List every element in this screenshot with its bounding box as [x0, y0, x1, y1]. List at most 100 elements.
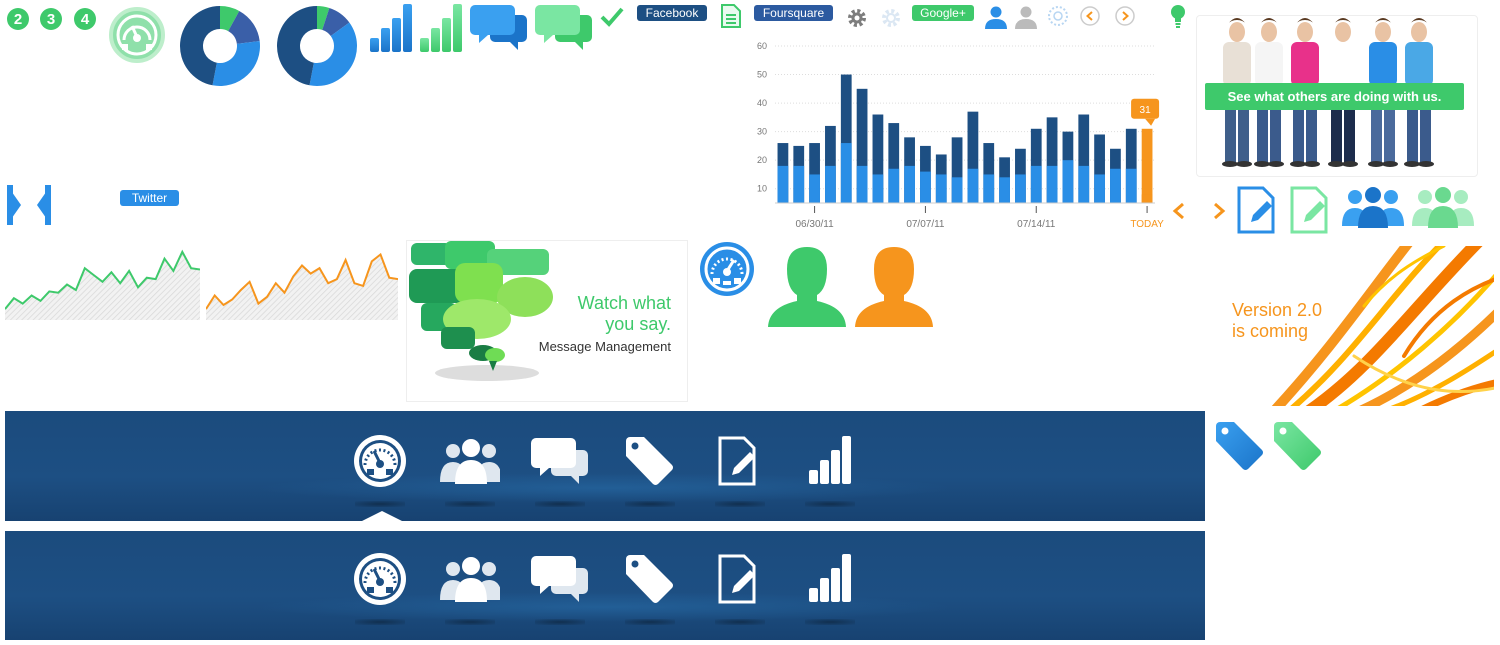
bar-segment [935, 174, 947, 203]
bar-segment [1141, 194, 1153, 203]
person-torso [1369, 42, 1397, 86]
y-tick-label: 40 [757, 98, 767, 108]
step-badge-3[interactable]: 3 [40, 8, 62, 30]
nav-tags[interactable] [620, 431, 680, 491]
bar-chart-blue-icon [370, 4, 412, 52]
gauge-icon [354, 553, 406, 605]
nav-documents[interactable] [710, 549, 770, 609]
bar-segment [1062, 160, 1074, 203]
dashboard-gauge-blue-icon[interactable] [698, 240, 756, 298]
person-torso [1255, 42, 1283, 86]
bar-chart-green-icon [420, 4, 462, 52]
activity-bar-chart: 10 20 30 40 50 60 06/30/11 07/07/11 07/14/11 TODA… [757, 41, 1164, 230]
person-shoe [1236, 161, 1252, 167]
tag-icon [626, 555, 673, 603]
arrow-right-icon[interactable] [1115, 6, 1135, 26]
nav-messages[interactable] [530, 549, 590, 609]
gear-faded-icon[interactable] [880, 7, 902, 29]
step-badge-4[interactable]: 4 [74, 8, 96, 30]
bar-callout-label: 31 [1140, 105, 1152, 116]
bar-segment [1046, 165, 1058, 203]
arrow-left-icon[interactable] [1080, 6, 1100, 26]
version-banner-text: Version 2.0 is coming [1232, 300, 1323, 341]
person-shoe [1290, 161, 1306, 167]
bar-segment [888, 168, 900, 203]
x-tick-label: 07/07/11 [906, 219, 945, 230]
bar-segment [777, 165, 789, 203]
bar-segment [1078, 165, 1090, 203]
person-torso [1405, 42, 1433, 86]
nav-documents[interactable] [710, 431, 770, 491]
chat-bubbles-blue-icon [470, 5, 527, 50]
person-head [1297, 22, 1313, 42]
message-management-promo[interactable]: Watch what you say. Message Management [406, 240, 688, 402]
bar-segment [920, 171, 931, 203]
person-shoe [1268, 161, 1284, 167]
edit-document-blue-icon[interactable] [1237, 186, 1277, 234]
person-head [1261, 22, 1277, 42]
person-head [1375, 22, 1391, 42]
donut-slice [212, 40, 260, 87]
bar-segment [1015, 174, 1026, 203]
bar-segment [983, 174, 995, 203]
y-tick-label: 50 [757, 70, 767, 80]
gauge-icon [354, 435, 406, 487]
person-shoe [1222, 161, 1238, 167]
chat-bubbles-icon [531, 438, 588, 484]
nav-stats[interactable] [800, 549, 860, 609]
nav-dashboard[interactable] [350, 431, 410, 491]
person-torso [1223, 42, 1251, 86]
donut-chart-1 [179, 6, 260, 87]
person-shoe [1418, 161, 1434, 167]
chevron-right-icon[interactable] [1212, 202, 1226, 220]
bar-segment [904, 165, 915, 203]
tag-green-icon[interactable] [1272, 420, 1324, 472]
nav-stats[interactable] [800, 431, 860, 491]
avatar-green-icon [768, 247, 846, 327]
facebook-pill[interactable]: Facebook [637, 5, 707, 21]
edit-document-green-icon[interactable] [1290, 186, 1330, 234]
nav-dashboard[interactable] [350, 549, 410, 609]
nav-tags[interactable] [620, 549, 680, 609]
y-tick-label: 60 [757, 41, 767, 51]
gear-icon[interactable] [846, 7, 868, 29]
foursquare-pill[interactable]: Foursquare [754, 5, 833, 21]
user-blue-icon[interactable] [985, 5, 1007, 29]
twitter-pill[interactable]: Twitter [120, 190, 179, 206]
bar-segment [951, 177, 963, 203]
sparkline-orange [206, 252, 398, 320]
tag-icon [626, 437, 673, 485]
donut-slice [276, 6, 317, 86]
y-tick-label: 30 [757, 127, 767, 137]
users-group-icon [440, 439, 500, 484]
users-group-blue-icon[interactable] [1342, 186, 1404, 228]
user-gray-icon[interactable] [1015, 5, 1037, 29]
users-group-green-icon[interactable] [1412, 186, 1474, 228]
bar-segment [1110, 168, 1121, 203]
nav-users[interactable] [440, 431, 500, 491]
donut-slice [179, 6, 220, 86]
nav-users[interactable] [440, 549, 500, 609]
bar-segment [840, 143, 852, 203]
person-head [1335, 22, 1351, 42]
people-banner[interactable]: See what others are doing with us. [1196, 15, 1478, 177]
chevron-left-icon[interactable] [1172, 202, 1186, 220]
logo-mark-icon [7, 185, 51, 225]
main-nav-bar [5, 531, 1205, 640]
chat-bubbles-icon [531, 556, 588, 602]
bar-segment [872, 174, 884, 203]
promo-subtitle: Message Management [538, 339, 671, 354]
step-badge-2[interactable]: 2 [7, 8, 29, 30]
nav-messages[interactable] [530, 431, 590, 491]
document-green-icon [721, 4, 741, 28]
google-plus-pill[interactable]: Google+ [912, 5, 974, 21]
person-shoe [1404, 161, 1420, 167]
version-banner[interactable]: Version 2.0 is coming [1214, 246, 1494, 406]
edit-document-icon [718, 554, 756, 604]
bar-segment [809, 174, 820, 203]
person-torso [1291, 42, 1319, 86]
promo-headline: Watch what you say. [577, 293, 671, 334]
person-shoe [1382, 161, 1398, 167]
tag-blue-icon[interactable] [1214, 420, 1266, 472]
y-tick-label: 10 [757, 184, 767, 194]
